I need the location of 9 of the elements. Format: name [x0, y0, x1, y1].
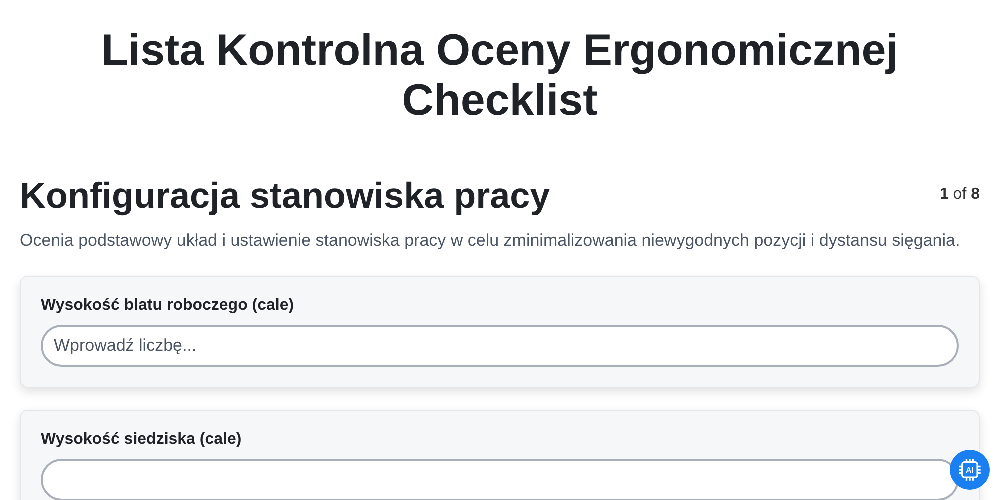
section-description: Ocenia podstawowy układ i ustawienie stanowiska pracy w celu zminimalizowania niewygodnych pozycji i dystansu sięgania.: [20, 230, 962, 252]
page-title: Lista Kontrolna Oceny Ergonomicznej Checklist: [100, 26, 900, 126]
chip-icon: [957, 457, 983, 483]
field-label: Wysokość siedziska (cale): [41, 431, 243, 449]
field-label: Wysokość blatu roboczego (cale): [41, 297, 296, 315]
step-counter: 1 of 8: [940, 186, 980, 204]
input-field[interactable]: [41, 459, 959, 500]
section-heading: Konfiguracja stanowiska pracy: [20, 174, 550, 218]
input-field[interactable]: Wprowadź liczbę...: [41, 325, 959, 367]
